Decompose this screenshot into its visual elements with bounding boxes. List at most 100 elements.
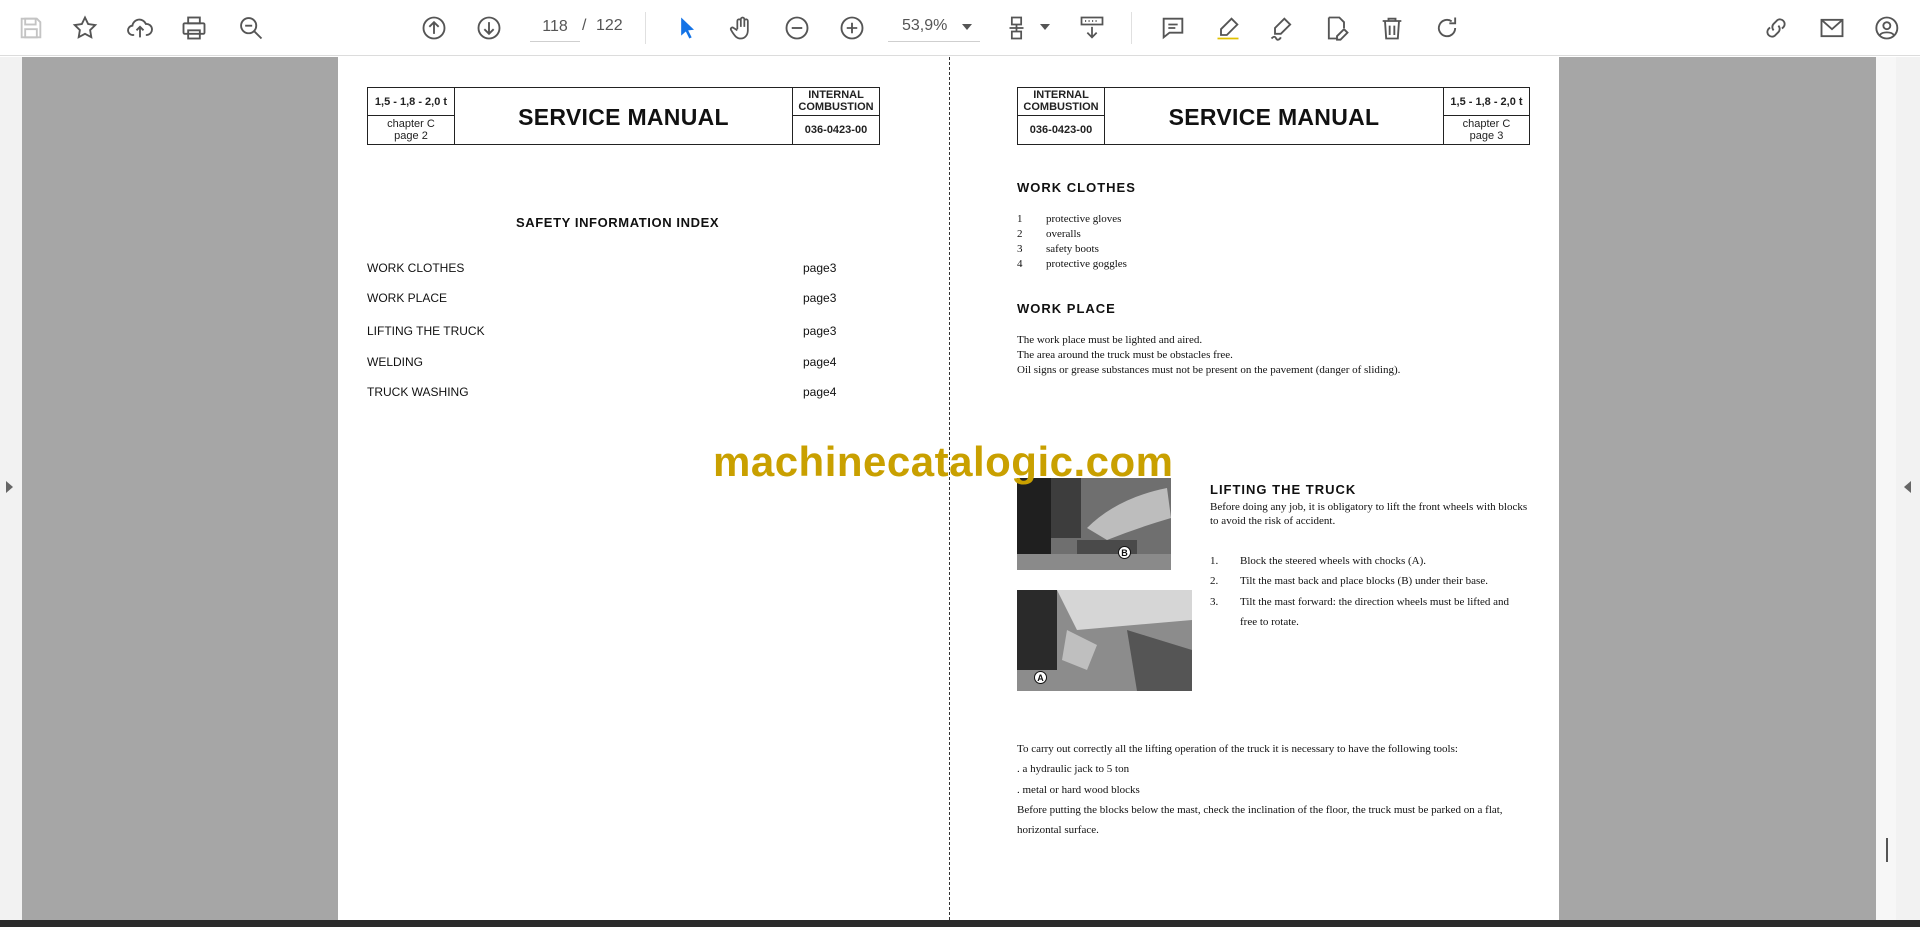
photo-lifting-blocks: B xyxy=(1017,478,1171,570)
watermark-text: machinecatalogic.com xyxy=(713,438,1174,485)
page-total: 122 xyxy=(596,17,623,34)
body-line: Oil signs or grease substances must not … xyxy=(1017,364,1401,376)
step-text-continued: free to rotate. xyxy=(1240,616,1299,628)
bottom-strip xyxy=(0,920,1920,927)
step-number: 3. xyxy=(1210,596,1219,608)
page-fit-icon[interactable] xyxy=(1002,10,1038,46)
zoom-out-icon[interactable] xyxy=(779,10,815,46)
header-tonnage: 1,5 - 1,8 - 2,0 t xyxy=(1450,96,1523,108)
list-number: 3 xyxy=(1017,243,1023,255)
index-page-ref: page3 xyxy=(803,324,837,338)
save-icon[interactable] xyxy=(13,10,49,46)
hand-pan-icon[interactable] xyxy=(724,10,760,46)
vertical-scrollbar[interactable] xyxy=(1876,57,1896,920)
scrollbar-thumb[interactable] xyxy=(1886,838,1888,862)
header-type-line1: INTERNAL xyxy=(808,89,864,101)
index-title: SAFETY INFORMATION INDEX xyxy=(516,215,720,230)
header-chapter: chapter C xyxy=(387,118,435,130)
header-divider xyxy=(368,115,454,116)
index-page-ref: page3 xyxy=(803,291,837,305)
list-number: 4 xyxy=(1017,258,1023,270)
select-cursor-icon[interactable] xyxy=(669,10,705,46)
delete-icon[interactable] xyxy=(1374,10,1410,46)
step-text: Block the steered wheels with chocks (A)… xyxy=(1240,555,1427,567)
body-line: horizontal surface. xyxy=(1017,824,1099,836)
document-page-left: 1,5 - 1,8 - 2,0 t chapter C page 2 SERVI… xyxy=(338,57,949,920)
header-type-line1: INTERNAL xyxy=(1033,89,1089,101)
index-item: TRUCK WASHING xyxy=(367,385,469,399)
header-title-cell: SERVICE MANUAL xyxy=(1105,88,1444,144)
zoom-in-icon[interactable] xyxy=(834,10,870,46)
expand-right-panel-icon[interactable] xyxy=(1904,481,1911,493)
header-page: page 3 xyxy=(1469,130,1504,142)
share-link-icon[interactable] xyxy=(1758,10,1794,46)
zoom-dropdown[interactable]: 53,9% xyxy=(888,12,980,42)
edit-pdf-icon[interactable] xyxy=(1319,10,1355,46)
page-number-input[interactable] xyxy=(530,12,580,42)
index-page-ref: page3 xyxy=(803,261,837,275)
comment-icon[interactable] xyxy=(1155,10,1191,46)
step-text: Tilt the mast back and place blocks (B) … xyxy=(1240,575,1488,587)
list-number: 1 xyxy=(1017,213,1023,225)
step-number: 1. xyxy=(1210,555,1219,567)
email-icon[interactable] xyxy=(1814,10,1850,46)
body-line: to avoid the risk of accident. xyxy=(1210,515,1336,527)
find-zoom-icon[interactable] xyxy=(233,10,269,46)
sign-icon[interactable] xyxy=(1264,10,1300,46)
index-item: LIFTING THE TRUCK xyxy=(367,324,485,338)
rotate-icon[interactable] xyxy=(1429,10,1465,46)
index-page-ref: page4 xyxy=(803,355,837,369)
list-number: 2 xyxy=(1017,228,1023,240)
section-title-work-clothes: WORK CLOTHES xyxy=(1017,180,1136,195)
body-line: Before putting the blocks below the mast… xyxy=(1017,804,1503,816)
photo-label-b: B xyxy=(1118,546,1131,559)
list-item: protective goggles xyxy=(1046,258,1127,270)
header-code: 036-0423-00 xyxy=(804,124,868,136)
step-text: Tilt the mast forward: the direction whe… xyxy=(1240,596,1510,608)
body-line: . metal or hard wood blocks xyxy=(1017,784,1140,796)
header-type-line2: COMBUSTION xyxy=(1023,101,1099,113)
zoom-value: 53,9% xyxy=(902,17,948,34)
list-item: protective gloves xyxy=(1046,213,1122,225)
step-number: 2. xyxy=(1210,575,1219,587)
bookmark-star-icon[interactable] xyxy=(67,10,103,46)
upload-cloud-icon[interactable] xyxy=(122,10,158,46)
expand-left-panel-icon[interactable] xyxy=(6,481,13,493)
toolbar: / 122 53,9% xyxy=(0,0,1920,56)
index-item: WORK CLOTHES xyxy=(367,261,465,275)
list-item: overalls xyxy=(1046,228,1081,240)
header-chapter: chapter C xyxy=(1462,118,1511,130)
header-right-cell: 1,5 - 1,8 - 2,0 t chapter C page 3 xyxy=(1444,88,1529,144)
toolbar-divider xyxy=(1131,12,1132,44)
photo-chocks: A xyxy=(1017,590,1192,691)
header-code: 036-0423-00 xyxy=(1029,124,1093,136)
header-divider xyxy=(1018,115,1104,116)
body-line: To carry out correctly all the lifting o… xyxy=(1017,743,1458,755)
body-line: The work place must be lighted and aired… xyxy=(1017,334,1203,346)
index-item: WELDING xyxy=(367,355,424,369)
prev-page-icon[interactable] xyxy=(416,10,452,46)
highlight-icon[interactable] xyxy=(1210,10,1246,46)
page-separator: / xyxy=(582,17,587,34)
body-line: . a hydraulic jack to 5 ton xyxy=(1017,763,1130,775)
page-fit-caret-icon[interactable] xyxy=(1040,24,1050,30)
next-page-icon[interactable] xyxy=(471,10,507,46)
chevron-down-icon xyxy=(962,24,972,30)
header-type-line2: COMBUSTION xyxy=(798,101,874,113)
list-item: safety boots xyxy=(1046,243,1099,255)
header-tonnage: 1,5 - 1,8 - 2,0 t xyxy=(374,96,448,108)
scroll-mode-icon[interactable] xyxy=(1074,10,1110,46)
header-page: page 2 xyxy=(394,130,428,142)
header-title: SERVICE MANUAL xyxy=(1168,104,1380,130)
account-icon[interactable] xyxy=(1870,10,1906,46)
header-divider xyxy=(1444,115,1529,116)
page-spread-divider xyxy=(949,57,950,920)
section-title-lifting: LIFTING THE TRUCK xyxy=(1210,482,1357,497)
page-header: 1,5 - 1,8 - 2,0 t chapter C page 2 SERVI… xyxy=(367,87,880,145)
header-left-cell: 1,5 - 1,8 - 2,0 t chapter C page 2 xyxy=(368,88,455,144)
body-line: The area around the truck must be obstac… xyxy=(1017,349,1233,361)
section-title-work-place: WORK PLACE xyxy=(1017,301,1116,316)
print-icon[interactable] xyxy=(176,10,212,46)
photo-label-a: A xyxy=(1034,671,1047,684)
index-page-ref: page4 xyxy=(803,385,837,399)
